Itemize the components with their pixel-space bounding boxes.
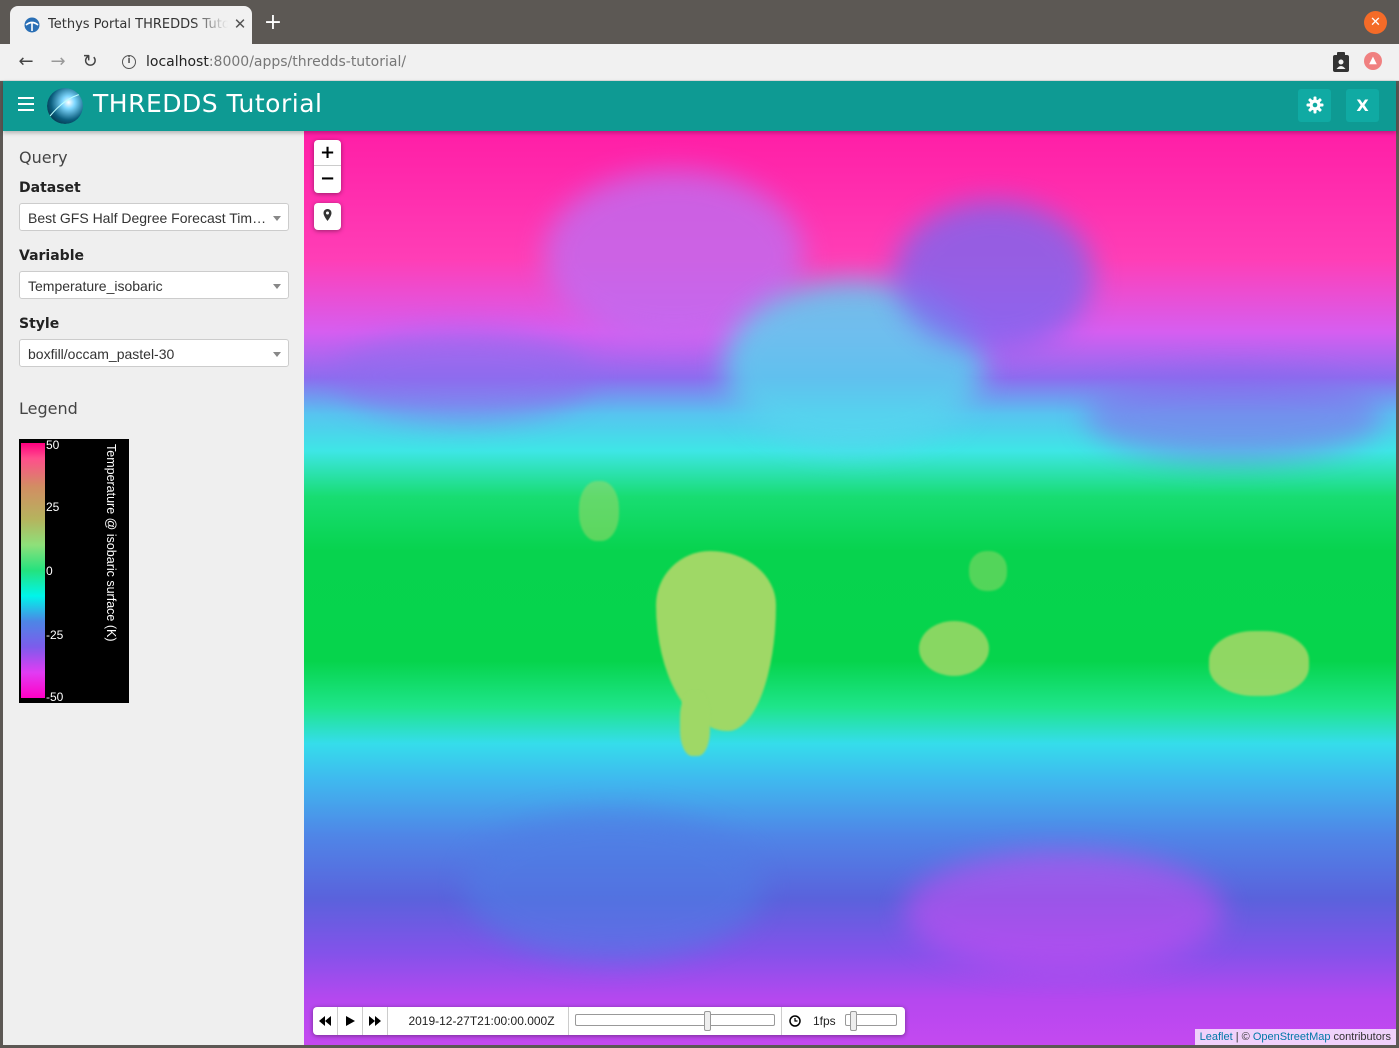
variable-dropdown-icon xyxy=(273,284,281,289)
legend-heading: Legend xyxy=(19,399,78,418)
play-button[interactable] xyxy=(338,1007,363,1035)
australia-land xyxy=(1209,631,1309,696)
backward-icon xyxy=(319,1016,331,1026)
forward-icon xyxy=(369,1016,381,1026)
attribution-suffix: contributors xyxy=(1330,1031,1391,1043)
app-header: THREDDS Tutorial X xyxy=(3,81,1396,131)
play-icon xyxy=(345,1016,355,1026)
legend-colorbar xyxy=(21,443,45,698)
app-logo-icon xyxy=(47,88,83,124)
legend-tick: 0 xyxy=(46,564,53,578)
site-info-icon[interactable]: i xyxy=(122,55,136,69)
leaflet-link[interactable]: Leaflet xyxy=(1200,1031,1233,1043)
legend-tick: -25 xyxy=(46,628,64,642)
location-button[interactable] xyxy=(314,203,341,230)
gear-icon xyxy=(1306,96,1323,114)
address-bar[interactable]: i localhost:8000/apps/thredds-tutorial/ xyxy=(110,48,1320,77)
openstreetmap-link[interactable]: OpenStreetMap xyxy=(1253,1031,1331,1043)
map-field-blob xyxy=(894,201,1094,351)
exit-app-button[interactable]: X xyxy=(1346,89,1379,122)
browser-tabbar: Tethys Portal THREDDS Tutorial ✕ + ✕ xyxy=(0,0,1399,44)
attribution-separator: | © xyxy=(1232,1031,1253,1043)
legend-tick: -50 xyxy=(46,690,64,704)
speed-clock-icon xyxy=(781,1007,807,1035)
legend-tick: 25 xyxy=(46,500,60,514)
menu-toggle-icon[interactable] xyxy=(18,97,34,113)
settings-button[interactable] xyxy=(1298,89,1331,122)
map-field-blob xyxy=(904,851,1224,971)
url-path: :8000/apps/thredds-tutorial/ xyxy=(208,54,407,70)
central-america-land xyxy=(579,481,619,541)
url-host: localhost xyxy=(146,54,209,70)
map-attribution: Leaflet | © OpenStreetMap contributors xyxy=(1194,1029,1396,1045)
style-label: Style xyxy=(19,316,60,332)
fps-slider[interactable] xyxy=(845,1011,897,1031)
app-title: THREDDS Tutorial xyxy=(93,89,323,118)
fps-slider-handle[interactable] xyxy=(850,1011,858,1031)
zoom-out-button[interactable]: − xyxy=(314,166,341,192)
tab-title: Tethys Portal THREDDS Tutorial xyxy=(48,17,228,32)
new-tab-button[interactable]: + xyxy=(262,12,284,34)
south-america-land xyxy=(656,551,776,731)
dataset-dropdown-icon xyxy=(273,216,281,221)
time-slider[interactable] xyxy=(575,1011,775,1031)
zoom-control: + − xyxy=(314,140,341,193)
legend-image: 50 25 0 -25 -50 Temperature @ isobaric s… xyxy=(19,438,129,704)
dataset-select[interactable]: Best GFS Half Degree Forecast Time Serie… xyxy=(19,203,289,231)
map-field-blob xyxy=(334,331,594,421)
variable-select[interactable]: Temperature_isobaric xyxy=(19,271,289,299)
style-select[interactable]: boxfill/occam_pastel-30 xyxy=(19,339,289,367)
forward-icon[interactable]: → xyxy=(45,49,71,75)
map-field-blob xyxy=(464,811,764,961)
tethys-favicon-icon xyxy=(24,17,40,33)
fps-display: 1fps xyxy=(813,1014,836,1028)
step-forward-button[interactable] xyxy=(363,1007,388,1035)
map-field-blob xyxy=(1084,371,1384,461)
dataset-value: Best GFS Half Degree Forecast Time Serie… xyxy=(28,210,268,226)
tab-close-icon[interactable]: ✕ xyxy=(232,15,248,33)
style-dropdown-icon xyxy=(273,352,281,357)
time-dimension-control: 2019-12-27T21:00:00.000Z 1fps xyxy=(313,1007,905,1035)
back-icon[interactable]: ← xyxy=(13,49,39,75)
window-close-button[interactable]: ✕ xyxy=(1364,11,1387,34)
time-slider-handle[interactable] xyxy=(703,1011,711,1031)
url-text[interactable]: localhost:8000/apps/thredds-tutorial/ xyxy=(146,54,406,70)
browser-toolbar: ← → ↻ i localhost:8000/apps/thredds-tuto… xyxy=(0,44,1399,81)
legend-tick: 50 xyxy=(46,438,60,452)
legend-caption: Temperature @ isobaric surface (K) xyxy=(104,444,118,642)
clipboard-extension-icon[interactable] xyxy=(1332,52,1350,72)
query-heading: Query xyxy=(19,148,68,167)
map-view[interactable]: + − 2019-12-27T21:00:00.000Z 1fps Leafle xyxy=(304,131,1396,1045)
profile-icon[interactable]: ▲ xyxy=(1364,52,1382,70)
east-africa-land xyxy=(969,551,1007,591)
step-backward-button[interactable] xyxy=(313,1007,338,1035)
app-sidebar: Query Dataset Best GFS Half Degree Forec… xyxy=(3,131,304,1045)
map-marker-icon xyxy=(323,209,332,221)
browser-tab[interactable]: Tethys Portal THREDDS Tutorial ✕ xyxy=(10,6,252,44)
variable-label: Variable xyxy=(19,248,84,264)
south-america-tip xyxy=(680,691,710,756)
dataset-label: Dataset xyxy=(19,180,81,196)
current-time-display: 2019-12-27T21:00:00.000Z xyxy=(395,1007,569,1035)
southern-africa-land xyxy=(919,621,989,676)
style-value: boxfill/occam_pastel-30 xyxy=(28,346,175,362)
zoom-in-button[interactable]: + xyxy=(314,140,341,166)
reload-icon[interactable]: ↻ xyxy=(77,49,103,75)
variable-value: Temperature_isobaric xyxy=(28,278,163,294)
